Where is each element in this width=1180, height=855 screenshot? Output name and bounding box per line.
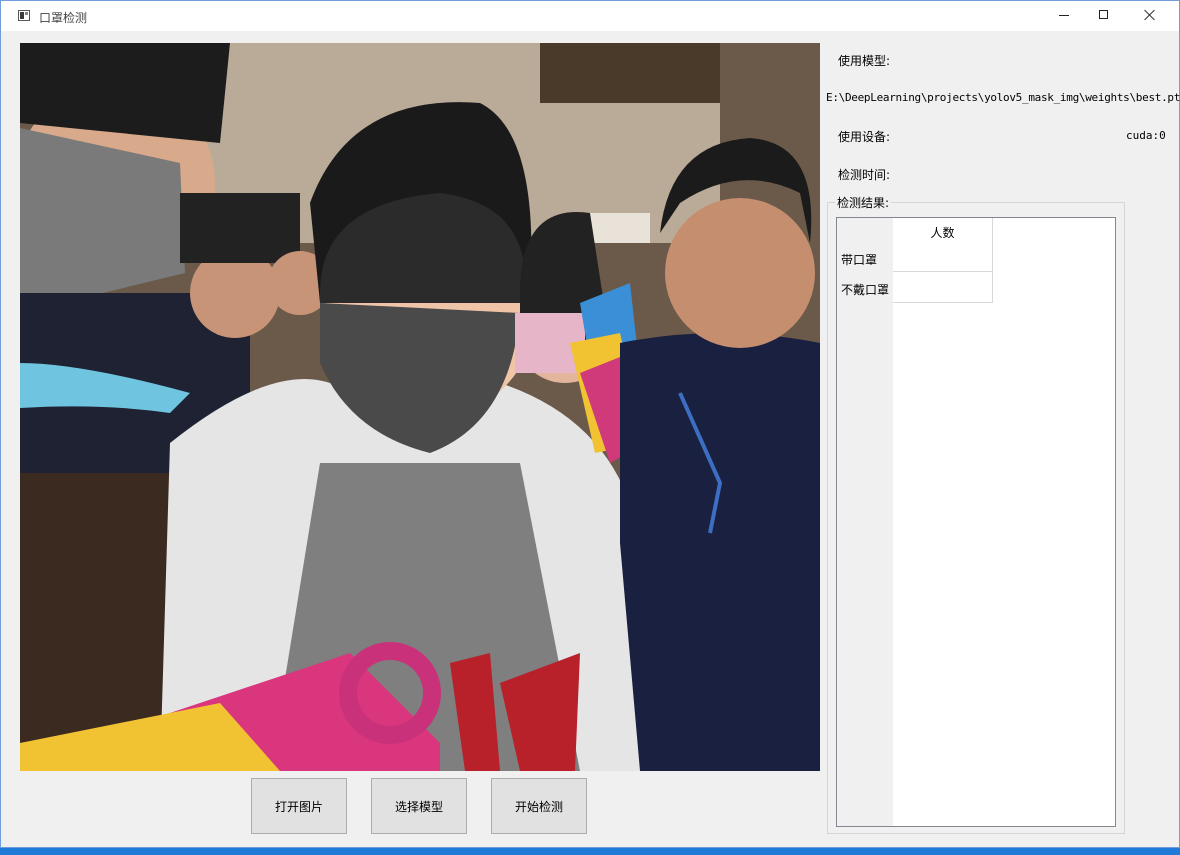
row-header-with-mask[interactable]: 带口罩 <box>841 251 877 268</box>
open-image-button[interactable]: 打开图片 <box>251 778 347 834</box>
main-window: 口罩检测 打开图片 选择模型 开始检测 使用模型: E:\DeepLearnin… <box>0 0 1180 848</box>
start-detect-button[interactable]: 开始检测 <box>491 778 587 834</box>
device-label: 使用设备: <box>838 130 891 144</box>
model-label: 使用模型: <box>838 54 891 68</box>
model-path-value: E:\DeepLearning\projects\yolov5_mask_img… <box>826 91 1180 104</box>
window-title: 口罩检测 <box>39 11 88 25</box>
detect-time-label: 检测时间: <box>838 168 891 182</box>
app-window-icon <box>18 10 30 21</box>
column-header-count[interactable]: 人数 <box>893 218 993 272</box>
close-icon[interactable] <box>1126 1 1172 31</box>
table-cell-no-mask[interactable] <box>893 272 993 303</box>
maximize-icon[interactable] <box>1081 1 1127 31</box>
select-model-button[interactable]: 选择模型 <box>371 778 467 834</box>
image-display <box>20 43 820 771</box>
row-header-no-mask[interactable]: 不戴口罩 <box>841 281 889 298</box>
results-table[interactable]: 人数 带口罩 不戴口罩 <box>836 217 1116 827</box>
row-header-column <box>837 218 893 826</box>
results-group-title: 检测结果: <box>835 194 892 211</box>
title-bar[interactable]: 口罩检测 <box>1 1 1179 31</box>
device-value: cuda:0 <box>1126 129 1166 142</box>
